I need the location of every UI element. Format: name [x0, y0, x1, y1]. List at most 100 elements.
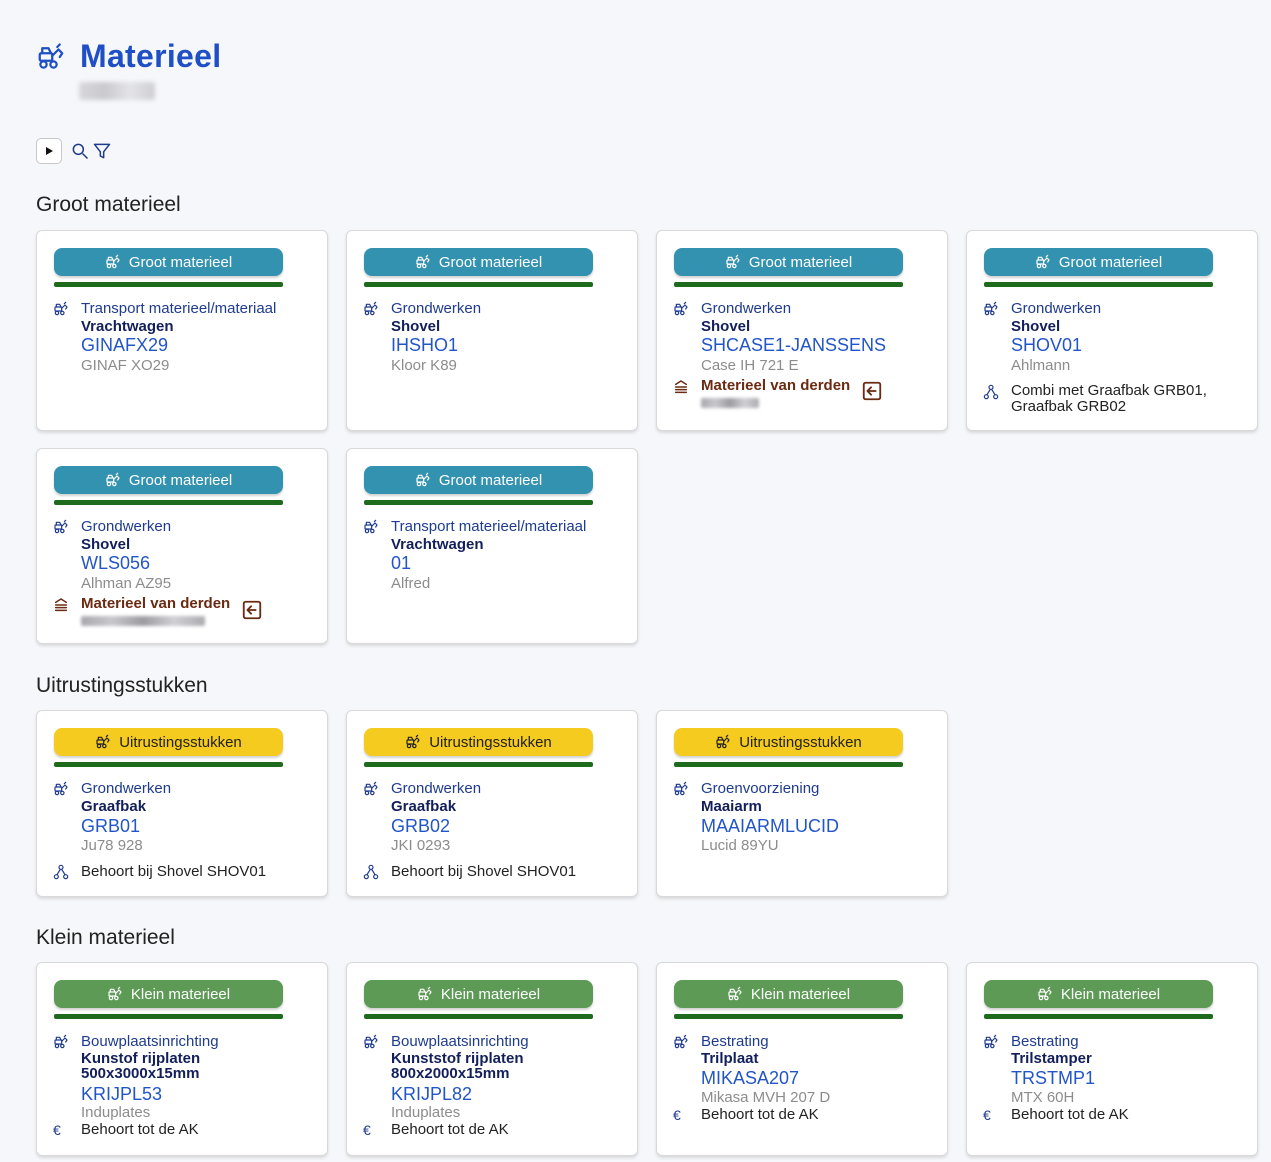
equipment-card[interactable]: Klein materieel Bestrating Trilstamper T… [966, 962, 1258, 1156]
model-text: Alhman AZ95 [81, 575, 172, 592]
machine-icon [725, 254, 741, 270]
stack-icon [53, 597, 69, 613]
machine-icon [415, 254, 431, 270]
category-text: Bouwplaatsinrichting [391, 1033, 529, 1050]
model-text: MTX 60H [1011, 1089, 1075, 1106]
status-bar [364, 1014, 593, 1019]
badge-label: Uitrustingsstukken [429, 733, 552, 751]
equipment-code: IHSHO1 [391, 335, 459, 355]
category-badge: Uitrustingsstukken [674, 728, 903, 756]
equipment-card[interactable]: Groot materieel Transport materieel/mate… [36, 230, 328, 431]
badge-label: Groot materieel [128, 471, 233, 489]
model-text: Mikasa MVH 207 D [701, 1089, 831, 1106]
euro-icon: € [983, 1107, 991, 1123]
subcategory-text: Shovel [391, 318, 441, 335]
filter-icon[interactable] [92, 141, 112, 161]
equipment-code: GINAFX29 [81, 335, 169, 355]
equipment-card[interactable]: Uitrustingsstukken Groenvoorziening Maai… [656, 710, 948, 897]
subtitle-blurred [79, 82, 155, 100]
equipment-code: KRIJPL53 [81, 1084, 163, 1104]
machine-icon [105, 472, 121, 488]
badge-label: Uitrustingsstukken [119, 733, 242, 751]
equipment-card[interactable]: Groot materieel Grondwerken Shovel WLS05… [36, 448, 328, 644]
subcategory-size: 500x3000x15mm [81, 1065, 200, 1082]
model-text: Induplates [81, 1104, 151, 1121]
badge-label: Groot materieel [128, 253, 233, 271]
section-title-uitrusting: Uitrustingsstukken [36, 674, 208, 697]
third-party-label: Materieel van derden [701, 377, 851, 394]
machine-icon [673, 1034, 689, 1050]
machine-icon [363, 519, 379, 535]
model-text: JKI 0293 [391, 837, 451, 854]
machine-icon [363, 781, 379, 797]
status-bar [364, 282, 593, 287]
third-party-label: Materieel van derden [81, 595, 231, 612]
category-badge: Groot materieel [364, 466, 593, 494]
equipment-card[interactable]: Klein materieel Bestrating Trilplaat MIK… [656, 962, 948, 1156]
owner-blurred [701, 398, 759, 408]
status-bar [364, 500, 593, 505]
equipment-card[interactable]: Uitrustingsstukken Grondwerken Graafbak … [36, 710, 328, 897]
badge-label: Klein materieel [130, 985, 231, 1003]
machine-icon [1035, 254, 1051, 270]
subcategory-text: Trilstamper [1011, 1050, 1092, 1067]
category-text: Transport materieel/materiaal [391, 518, 587, 535]
equipment-code: 01 [391, 553, 412, 573]
badge-label: Klein materieel [1060, 985, 1161, 1003]
status-bar [54, 282, 283, 287]
badge-label: Groot materieel [438, 471, 543, 489]
machine-icon [405, 734, 421, 750]
ak-note: Behoort tot de AK [701, 1106, 819, 1123]
equipment-code: MAAIARMLUCID [701, 816, 840, 836]
equipment-code: KRIJPL82 [391, 1084, 473, 1104]
model-text: Kloor K89 [391, 357, 457, 374]
status-bar [54, 762, 283, 767]
category-badge: Groot materieel [364, 248, 593, 276]
model-text: Ahlmann [1011, 357, 1071, 374]
subcategory-text: Shovel [1011, 318, 1061, 335]
machine-icon [53, 781, 69, 797]
equipment-card[interactable]: Groot materieel Grondwerken Shovel SHOV0… [966, 230, 1258, 431]
equipment-card[interactable]: Groot materieel Grondwerken Shovel SHCAS… [656, 230, 948, 431]
subcategory-size: 800x2000x15mm [391, 1065, 510, 1082]
badge-label: Groot materieel [438, 253, 543, 271]
badge-label: Uitrustingsstukken [739, 733, 862, 751]
play-button[interactable] [36, 138, 62, 164]
search-icon[interactable] [70, 141, 90, 161]
subcategory-text: Trilplaat [701, 1050, 759, 1067]
badge-label: Groot materieel [748, 253, 853, 271]
equipment-card[interactable]: Groot materieel Grondwerken Shovel IHSHO… [346, 230, 638, 431]
stack-icon [673, 379, 689, 395]
subcategory-text: Vrachtwagen [391, 536, 484, 553]
status-bar [364, 762, 593, 767]
exit-icon[interactable] [861, 380, 883, 402]
subcategory-text: Vrachtwagen [81, 318, 174, 335]
category-text: Transport materieel/materiaal [81, 300, 277, 317]
badge-label: Klein materieel [750, 985, 851, 1003]
machine-icon [983, 301, 999, 317]
combi-note: Combi met Graafbak GRB01, [1011, 382, 1207, 399]
page-header: Materieel [36, 38, 221, 75]
category-text: Grondwerken [701, 300, 792, 317]
model-text: Alfred [391, 575, 431, 592]
toolbar [36, 138, 114, 164]
badge-label: Groot materieel [1058, 253, 1163, 271]
section-title-groot: Groot materieel [36, 193, 181, 216]
equipment-card[interactable]: Uitrustingsstukken Grondwerken Graafbak … [346, 710, 638, 897]
category-badge: Klein materieel [984, 980, 1213, 1008]
category-badge: Groot materieel [54, 466, 283, 494]
category-badge: Groot materieel [984, 248, 1213, 276]
category-badge: Klein materieel [674, 980, 903, 1008]
status-bar [674, 762, 903, 767]
machine-icon [363, 1034, 379, 1050]
subcategory-text: Maaiarm [701, 798, 762, 815]
equipment-card[interactable]: Klein materieel Bouwplaatsinrichting Kun… [36, 962, 328, 1156]
exit-icon[interactable] [241, 599, 263, 621]
category-badge: Klein materieel [364, 980, 593, 1008]
equipment-card[interactable]: Groot materieel Transport materieel/mate… [346, 448, 638, 644]
machine-icon [95, 734, 111, 750]
category-text: Grondwerken [81, 518, 172, 535]
category-text: Bestrating [701, 1033, 769, 1050]
equipment-card[interactable]: Klein materieel Bouwplaatsinrichting Kun… [346, 962, 638, 1156]
badge-label: Klein materieel [440, 985, 541, 1003]
